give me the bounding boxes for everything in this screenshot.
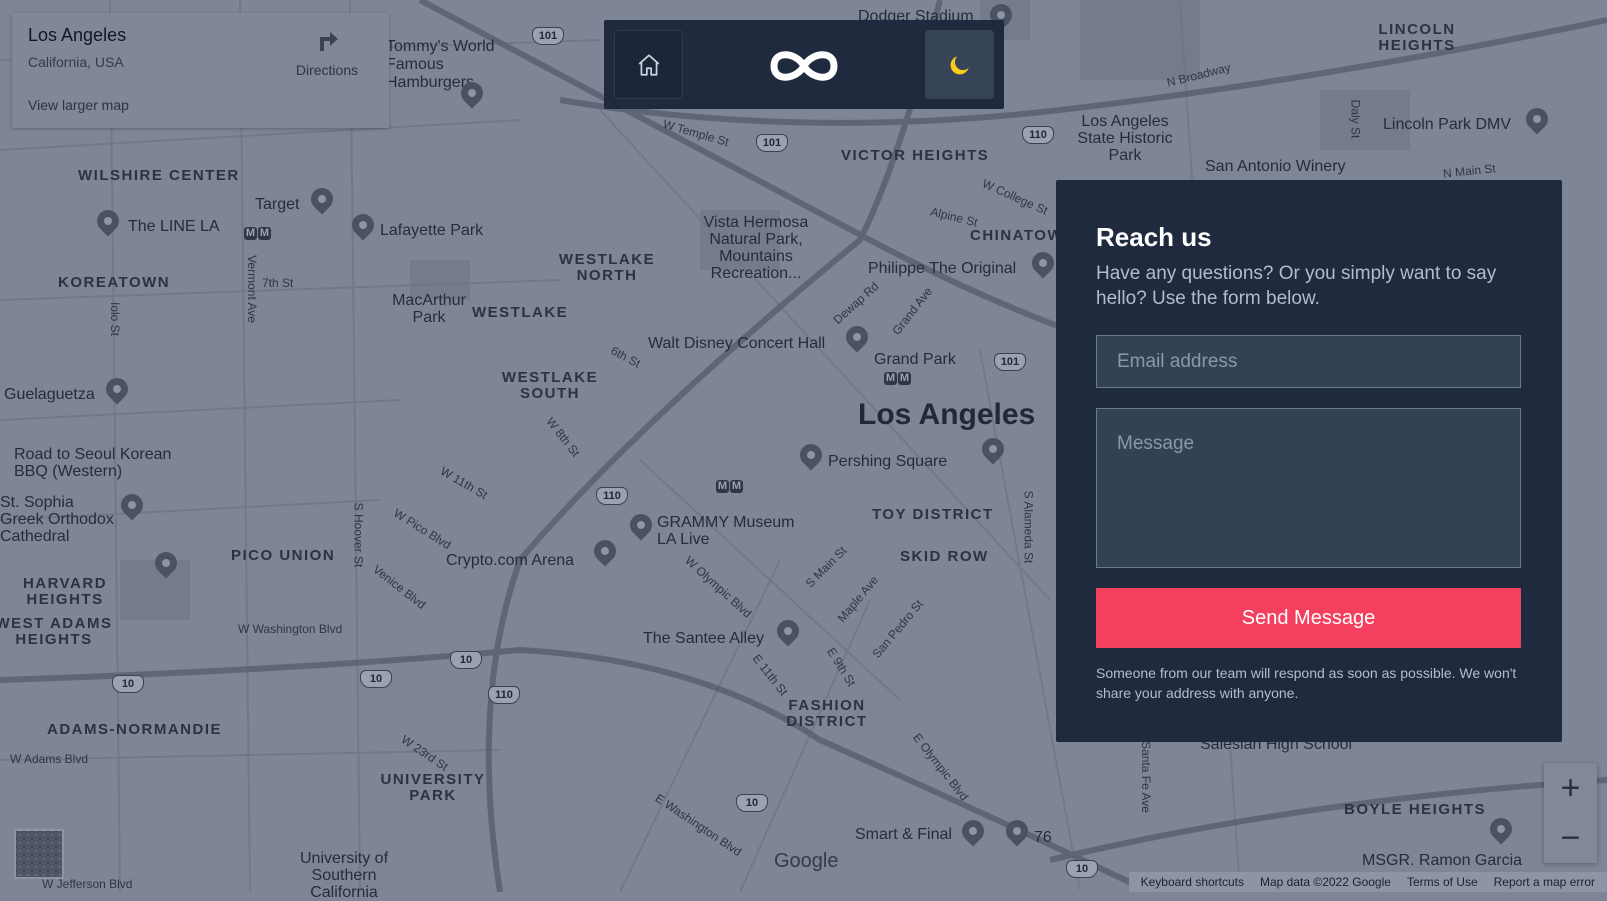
place-label[interactable]: The LINE LA [128, 218, 220, 236]
privacy-note: Someone from our team will respond as so… [1096, 665, 1517, 701]
zoom-in-button[interactable]: + [1544, 763, 1597, 813]
place-label[interactable]: Walt Disney Concert Hall [648, 335, 825, 353]
district-label: TOY DISTRICT [872, 506, 994, 523]
street-label: Vermont Ave [244, 255, 259, 323]
metro-icon[interactable]: MM [716, 480, 744, 493]
keyboard-shortcuts-link[interactable]: Keyboard shortcuts [1141, 875, 1244, 889]
street-label: W Washington Blvd [238, 622, 343, 636]
highway-shield: 10 [360, 670, 392, 688]
place-label[interactable]: Philippe The Original [868, 260, 1016, 278]
google-logo: Google [774, 850, 839, 872]
highway-shield: 110 [1022, 126, 1054, 144]
district-label: VICTOR HEIGHTS [841, 147, 990, 164]
street-label: W Jefferson Blvd [42, 877, 133, 891]
district-label: ADAMS-NORMANDIE [47, 721, 222, 738]
satellite-layer-toggle[interactable] [14, 829, 64, 879]
report-map-error-link[interactable]: Report a map error [1494, 875, 1595, 889]
place-label[interactable]: Grand Park [874, 351, 956, 369]
place-label[interactable]: Road to Seoul Korean BBQ (Western) [14, 446, 204, 480]
highway-shield: 10 [112, 675, 144, 693]
highway-shield: 110 [488, 686, 520, 704]
contact-form-panel: Reach us Have any questions? Or you simp… [1056, 180, 1562, 742]
place-label[interactable]: St. Sophia Greek Orthodox Cathedral [0, 494, 120, 545]
district-label: WESTLAKE NORTH [558, 251, 656, 284]
send-message-button[interactable]: Send Message [1096, 588, 1521, 648]
place-label[interactable]: Vista Hermosa Natural Park, Mountains Re… [696, 214, 816, 282]
place-label[interactable]: GRAMMY Museum LA Live [657, 514, 797, 548]
street-label: S Alameda St [1021, 490, 1036, 564]
district-label: WEST ADAMS HEIGHTS [0, 615, 113, 648]
highway-shield: 101 [756, 134, 788, 152]
place-label[interactable]: Guelaguetza [4, 386, 95, 404]
form-title: Reach us [1096, 222, 1212, 252]
place-label[interactable]: MacArthur Park [384, 292, 474, 326]
metro-icon[interactable]: MM [244, 227, 272, 240]
place-label[interactable]: 76 [1034, 829, 1052, 847]
street-label: Daly St [1348, 99, 1363, 139]
highway-shield: 10 [450, 651, 482, 669]
place-label[interactable]: MSGR. Ramon Garcia [1362, 852, 1522, 870]
place-label[interactable]: Pershing Square [828, 453, 947, 471]
terms-of-use-link[interactable]: Terms of Use [1407, 875, 1478, 889]
place-label[interactable]: University of Southern California [294, 850, 394, 901]
place-label[interactable]: Target [255, 196, 299, 214]
place-label[interactable]: Tommy's World Famous Hamburgers [386, 38, 506, 92]
district-label: HARVARD HEIGHTS [22, 575, 108, 608]
theme-toggle-button[interactable] [925, 30, 994, 99]
infinity-logo[interactable] [766, 46, 842, 91]
directions-label: Directions [295, 62, 359, 78]
place-label[interactable]: San Antonio Winery [1205, 158, 1346, 176]
directions-icon [320, 32, 338, 51]
place-info-card: Los Angeles California, USA Directions V… [12, 13, 389, 128]
place-label[interactable]: Lincoln Park DMV [1383, 116, 1511, 134]
district-label: SKID ROW [900, 548, 989, 565]
place-title: Los Angeles [28, 25, 127, 45]
highway-shield: 10 [1066, 860, 1098, 878]
place-label[interactable]: Crypto.com Arena [446, 552, 574, 570]
zoom-control: + − [1544, 763, 1597, 863]
map-footer: Keyboard shortcuts Map data ©2022 Google… [1128, 872, 1607, 892]
top-nav [604, 20, 1004, 109]
home-button[interactable] [614, 30, 683, 99]
place-label[interactable]: Los Angeles State Historic Park [1070, 113, 1180, 164]
message-field[interactable] [1096, 408, 1521, 568]
district-label: KOREATOWN [58, 274, 171, 291]
highway-shield: 10 [736, 794, 768, 812]
street-label: Iolo St [108, 301, 123, 337]
district-label: UNIVERSITY PARK [380, 771, 486, 804]
district-label: WESTLAKE SOUTH [501, 369, 599, 402]
form-description: Have any questions? Or you simply want t… [1096, 263, 1497, 309]
map-data-attribution: Map data ©2022 Google [1260, 875, 1391, 889]
place-subtitle: California, USA [28, 54, 124, 70]
place-label[interactable]: Lafayette Park [380, 222, 483, 240]
directions-button[interactable]: Directions [287, 27, 367, 78]
district-label: WESTLAKE [472, 304, 569, 321]
view-larger-map-link[interactable]: View larger map [28, 97, 129, 113]
street-label: 7th St [262, 276, 294, 290]
district-label: WILSHIRE CENTER [78, 167, 240, 184]
metro-icon[interactable]: MM [884, 372, 912, 385]
email-field[interactable] [1096, 335, 1521, 388]
highway-shield: 110 [596, 487, 628, 505]
place-label[interactable]: The Santee Alley [643, 630, 764, 648]
home-icon [638, 53, 659, 76]
infinity-logo-icon [770, 51, 838, 81]
street-label: W Adams Blvd [10, 752, 89, 766]
moon-icon [950, 55, 969, 74]
district-label: PICO UNION [231, 547, 336, 564]
district-label: LINCOLN HEIGHTS [1378, 21, 1456, 54]
highway-shield: 101 [532, 27, 564, 45]
district-label: BOYLE HEIGHTS [1344, 801, 1487, 818]
zoom-out-button[interactable]: − [1544, 813, 1597, 863]
district-label: FASHION DISTRICT [786, 697, 868, 730]
city-label: Los Angeles [858, 398, 1036, 431]
street-label: Santa Fe Ave [1138, 741, 1153, 813]
street-label: S Hoover St [351, 502, 366, 568]
place-label[interactable]: Smart & Final [855, 826, 952, 844]
highway-shield: 101 [994, 353, 1026, 371]
